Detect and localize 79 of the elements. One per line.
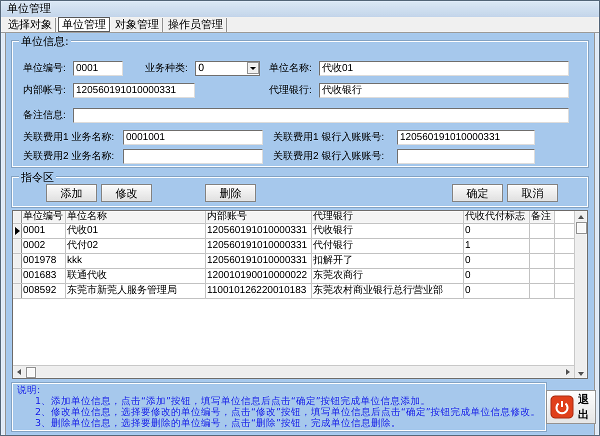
- vertical-scrollbar[interactable]: [574, 211, 587, 378]
- table-cell: 0002: [22, 239, 66, 253]
- help-text: 2、修改单位信息，选择要修改的单位编号，点击“修改”按钮，填写单位信息后点击“确定”按钮完成单位信息修改。: [34, 407, 541, 418]
- table-cell: 代付02: [66, 239, 206, 253]
- table-cell: 110010126220010183: [206, 284, 312, 298]
- button[interactable]: 删除: [205, 184, 256, 202]
- input-field[interactable]: [123, 148, 263, 164]
- field-label: 关联费用1 业务名称:: [23, 130, 116, 144]
- table-cell: 1: [464, 239, 530, 253]
- input-field[interactable]: 120560191010000331: [73, 82, 195, 98]
- table-cell: 120010190010000022: [206, 269, 312, 283]
- tab[interactable]: 对象管理: [112, 18, 163, 32]
- tab[interactable]: 操作员管理: [165, 18, 227, 32]
- table-cell: 扣解开了: [312, 254, 464, 268]
- field-label: 备注信息:: [23, 108, 67, 122]
- table-cell: 001978: [22, 254, 66, 268]
- column-header[interactable]: 内部账号: [206, 211, 312, 223]
- column-header[interactable]: 代理银行: [312, 211, 464, 223]
- exit-button[interactable]: 退出: [546, 390, 596, 424]
- window-title: 单位管理: [7, 1, 51, 16]
- button[interactable]: 确定: [452, 184, 503, 202]
- field-label: 单位名称:: [269, 62, 313, 75]
- table-cell: 008592: [22, 284, 66, 298]
- dropdown[interactable]: 0: [195, 60, 260, 76]
- button[interactable]: 修改: [101, 184, 152, 202]
- group-title: 指令区: [19, 171, 56, 184]
- field-label: 关联费用2 银行入账账号:: [273, 150, 386, 163]
- field-label: 内部帐号:: [23, 84, 67, 97]
- help-text: 3、删除单位信息，选择要删除的单位编号，点击“删除”按钮，完成单位信息删除。: [34, 418, 402, 429]
- table-cell: 0: [464, 284, 530, 298]
- table-cell: 120560191010000331: [206, 254, 312, 268]
- field-label: 代理银行:: [269, 84, 313, 97]
- horizontal-scrollbar[interactable]: [13, 365, 574, 378]
- power-icon: [550, 395, 574, 419]
- table-cell: 0001: [22, 224, 66, 238]
- button[interactable]: 添加: [46, 184, 97, 202]
- scroll-thumb[interactable]: [26, 366, 36, 378]
- input-field[interactable]: [397, 148, 535, 164]
- tab[interactable]: 选择对象: [5, 18, 56, 32]
- table-cell: 东莞农商行: [312, 269, 464, 283]
- field-label: 关联费用1 银行入账账号:: [273, 130, 386, 144]
- group-title: 单位信息:: [19, 35, 71, 48]
- scroll-down-icon: [577, 370, 585, 378]
- table-cell: 东莞市新莞人服务管理局: [66, 284, 206, 298]
- current-row-icon: [14, 227, 20, 235]
- table-cell: 代收01: [66, 224, 206, 238]
- field-label: 关联费用2 业务名称:: [23, 150, 116, 163]
- table-cell: 001683: [22, 269, 66, 283]
- column-header[interactable]: 单位名称: [66, 211, 206, 223]
- row-header: [13, 211, 22, 223]
- column-header[interactable]: 备注: [530, 211, 555, 223]
- table-cell: 代收银行: [312, 224, 464, 238]
- scroll-right-icon: [564, 368, 572, 376]
- table-cell: 0: [464, 269, 530, 283]
- field-label: 单位编号:: [23, 62, 67, 75]
- input-field[interactable]: 0001: [73, 60, 123, 76]
- table-cell: 120560191010000331: [206, 224, 312, 238]
- table-cell: kkk: [66, 254, 206, 268]
- input-field[interactable]: 代收银行: [319, 82, 569, 98]
- scroll-thumb[interactable]: [576, 222, 586, 234]
- table-cell: 联通代收: [66, 269, 206, 283]
- table-cell: 120560191010000331: [206, 239, 312, 253]
- table-cell: 0: [464, 254, 530, 268]
- button[interactable]: 取消: [507, 184, 558, 202]
- column-header[interactable]: 单位编号: [22, 211, 66, 223]
- row-header[interactable]: [13, 224, 22, 238]
- column-header[interactable]: 代收代付标志: [464, 211, 530, 223]
- table-cell: 0: [464, 224, 530, 238]
- help-text: 1、添加单位信息，点击“添加”按钮，填写单位信息后点击“确定”按钮完成单位信息添加。: [34, 396, 432, 407]
- table-cell: 东莞农村商业银行总行营业部: [312, 284, 464, 298]
- input-field[interactable]: 120560191010000331: [397, 130, 535, 144]
- input-field[interactable]: 代收01: [319, 60, 569, 76]
- scroll-left-icon: [15, 368, 23, 376]
- tab[interactable]: 单位管理: [58, 17, 110, 32]
- help-title: 说明:: [17, 385, 42, 396]
- table-cell: 代付银行: [312, 239, 464, 253]
- input-field[interactable]: [73, 108, 569, 122]
- input-field[interactable]: 0001001: [123, 130, 263, 144]
- field-label: 业务种类:: [145, 62, 189, 75]
